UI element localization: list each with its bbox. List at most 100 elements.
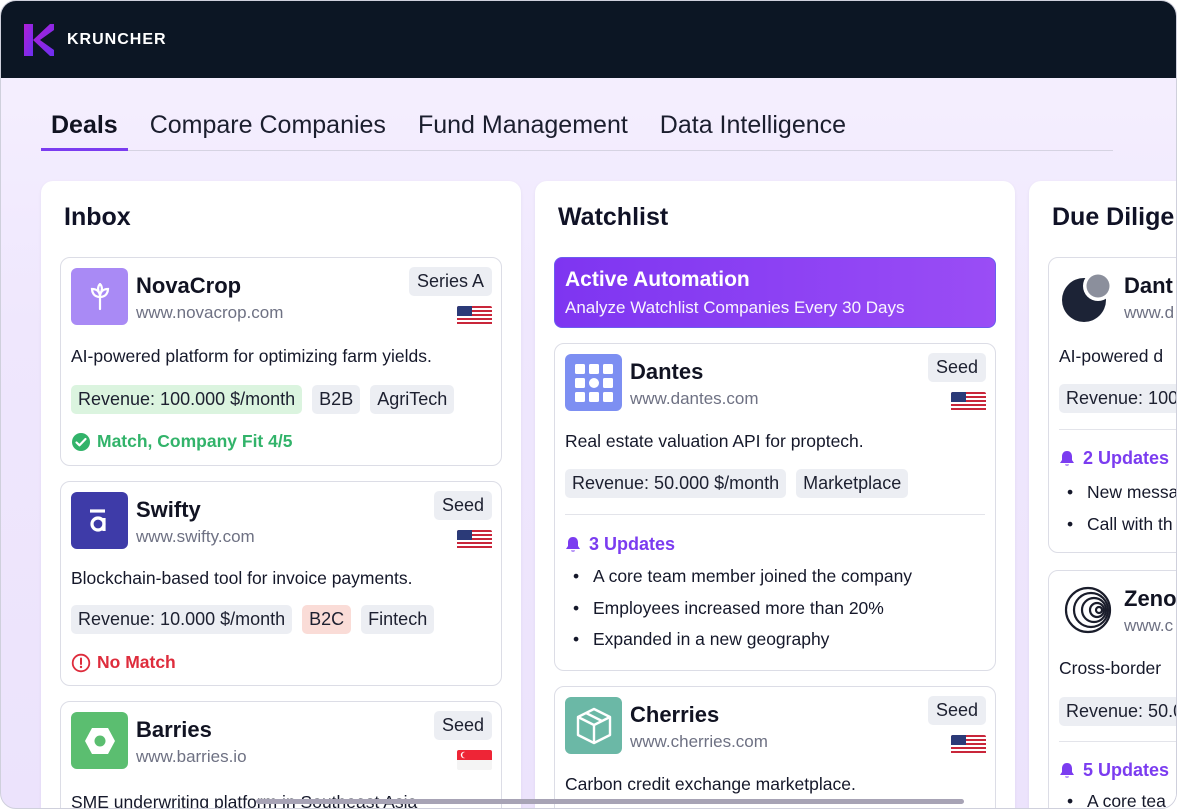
updates-list: A core tea xyxy=(1067,791,1166,808)
company-name[interactable]: Cherries xyxy=(630,702,719,728)
bell-icon xyxy=(566,537,580,552)
update-item: A core tea xyxy=(1067,791,1166,808)
industry-tag: AgriTech xyxy=(370,385,455,414)
swirl-icon xyxy=(1059,581,1116,638)
column-title: Due Dilige xyxy=(1052,203,1175,231)
bell-icon xyxy=(1060,451,1074,466)
main-tabs: Deals Compare Companies Fund Management … xyxy=(41,101,1113,151)
update-item: Employees increased more than 20% xyxy=(573,598,912,630)
us-flag-icon xyxy=(457,530,492,550)
hexagon-icon xyxy=(71,712,128,769)
business-model-tag: Marketplace xyxy=(796,469,909,498)
company-card-swifty[interactable]: Swifty www.swifty.com Seed Blockchain-ba… xyxy=(60,481,502,686)
updates-header[interactable]: 2 Updates xyxy=(1059,448,1169,469)
updates-header[interactable]: 3 Updates xyxy=(565,534,675,555)
company-card-cherries[interactable]: Cherries www.cherries.com Seed Carbon cr… xyxy=(554,686,996,808)
updates-list: New messa Call with th xyxy=(1067,482,1176,546)
company-url[interactable]: www.barries.io xyxy=(136,747,247,767)
company-card-novacrop[interactable]: NovaCrop www.novacrop.com Series A AI-po… xyxy=(60,257,502,466)
column-due-diligence: Due Dilige Dant www.d AI-powered d Reven… xyxy=(1029,181,1176,808)
company-description: Real estate valuation API for proptech. xyxy=(565,431,864,451)
stage-badge: Seed xyxy=(927,696,986,725)
tag-list: Revenue: 10.000 $/month B2C Fintech xyxy=(71,605,435,634)
sprout-icon xyxy=(71,268,128,325)
app-window: KRUNCHER Deals Compare Companies Fund Ma… xyxy=(0,0,1177,809)
company-name[interactable]: Barries xyxy=(136,717,212,743)
kruncher-logo-icon[interactable] xyxy=(24,23,54,56)
tag-list: Revenue: 50.000 $/month Marketplace xyxy=(565,469,909,498)
card-divider xyxy=(1059,429,1176,430)
match-status: No Match xyxy=(71,652,176,673)
update-item: Call with th xyxy=(1067,514,1176,546)
company-url[interactable]: www.dantes.com xyxy=(630,389,759,409)
update-item: A core team member joined the company xyxy=(573,566,912,598)
column-title: Watchlist xyxy=(558,203,669,231)
bell-icon xyxy=(1060,763,1074,778)
revenue-tag: Revenue: 10.000 $/month xyxy=(71,605,293,634)
company-description: AI-powered platform for optimizing farm … xyxy=(71,346,432,366)
company-name[interactable]: Dantes xyxy=(630,359,703,385)
company-name[interactable]: Zeno xyxy=(1124,586,1176,612)
stage-badge: Seed xyxy=(927,353,986,382)
moon-circles-icon xyxy=(1059,268,1116,325)
company-url[interactable]: www.d xyxy=(1124,303,1174,323)
tab-compare-companies[interactable]: Compare Companies xyxy=(140,101,396,151)
company-card-dantes[interactable]: Dantes www.dantes.com Seed Real estate v… xyxy=(554,343,996,671)
us-flag-icon xyxy=(951,735,986,755)
us-flag-icon xyxy=(457,306,492,326)
horizontal-scrollbar[interactable] xyxy=(256,799,964,804)
tab-data-intelligence[interactable]: Data Intelligence xyxy=(650,101,856,151)
match-status: Match, Company Fit 4/5 xyxy=(71,431,292,452)
company-url[interactable]: www.cherries.com xyxy=(630,732,768,752)
match-status-label: Match, Company Fit 4/5 xyxy=(97,431,293,451)
card-divider xyxy=(1059,741,1176,742)
card-divider xyxy=(565,514,985,515)
company-description: Carbon credit exchange marketplace. xyxy=(565,774,856,794)
company-url[interactable]: www.novacrop.com xyxy=(136,303,283,323)
tab-deals[interactable]: Deals xyxy=(41,101,128,151)
industry-tag: Fintech xyxy=(361,605,435,634)
top-bar: KRUNCHER xyxy=(1,1,1176,78)
company-card-zeno[interactable]: Zeno www.c Cross-border Revenue: 50.0 5 … xyxy=(1048,570,1176,808)
us-flag-icon xyxy=(951,392,986,412)
update-item: Expanded in a new geography xyxy=(573,629,912,661)
column-inbox: Inbox NovaCrop www.novacrop.com Series A… xyxy=(41,181,521,808)
alert-circle-icon xyxy=(71,653,91,672)
company-name[interactable]: Swifty xyxy=(136,497,201,523)
company-description: Cross-border xyxy=(1059,658,1162,678)
automation-title: Active Automation xyxy=(565,268,750,291)
company-description: AI-powered d xyxy=(1059,346,1164,366)
revenue-tag: Revenue: 50.0 xyxy=(1059,697,1176,726)
tag-list: Revenue: 100 xyxy=(1059,384,1176,413)
updates-list: A core team member joined the company Em… xyxy=(573,566,912,661)
company-url[interactable]: www.swifty.com xyxy=(136,527,255,547)
stage-badge: Seed xyxy=(433,711,492,740)
stage-badge: Seed xyxy=(433,491,492,520)
automation-subtitle: Analyze Watchlist Companies Every 30 Day… xyxy=(565,298,905,317)
revenue-tag: Revenue: 50.000 $/month xyxy=(565,469,787,498)
stage-badge: Series A xyxy=(408,267,492,296)
company-card-barries[interactable]: Barries www.barries.io Seed SME underwri… xyxy=(60,701,502,808)
swifty-logo-icon xyxy=(71,492,128,549)
company-card-dantes-dd[interactable]: Dant www.d AI-powered d Revenue: 100 2 U… xyxy=(1048,257,1176,553)
brand-name: KRUNCHER xyxy=(67,30,167,48)
company-name[interactable]: NovaCrop xyxy=(136,273,241,299)
business-model-tag: B2B xyxy=(312,385,361,414)
match-status-label: No Match xyxy=(97,652,176,672)
revenue-tag: Revenue: 100.000 $/month xyxy=(71,385,303,414)
company-name[interactable]: Dant xyxy=(1124,273,1173,299)
active-automation-banner[interactable]: Active Automation Analyze Watchlist Comp… xyxy=(554,257,996,328)
grid-dots-icon xyxy=(565,354,622,411)
column-watchlist: Watchlist Active Automation Analyze Watc… xyxy=(535,181,1015,808)
check-circle-icon xyxy=(72,432,90,451)
updates-count-label: 2 Updates xyxy=(1083,448,1170,468)
updates-count-label: 5 Updates xyxy=(1083,760,1170,780)
tag-list: Revenue: 50.0 xyxy=(1059,697,1176,726)
cube-icon xyxy=(565,697,622,754)
updates-header[interactable]: 5 Updates xyxy=(1059,760,1169,781)
column-title: Inbox xyxy=(64,203,131,231)
company-url[interactable]: www.c xyxy=(1124,616,1173,636)
business-model-tag: B2C xyxy=(302,605,352,634)
tab-fund-management[interactable]: Fund Management xyxy=(408,101,638,151)
update-item: New messa xyxy=(1067,482,1176,514)
